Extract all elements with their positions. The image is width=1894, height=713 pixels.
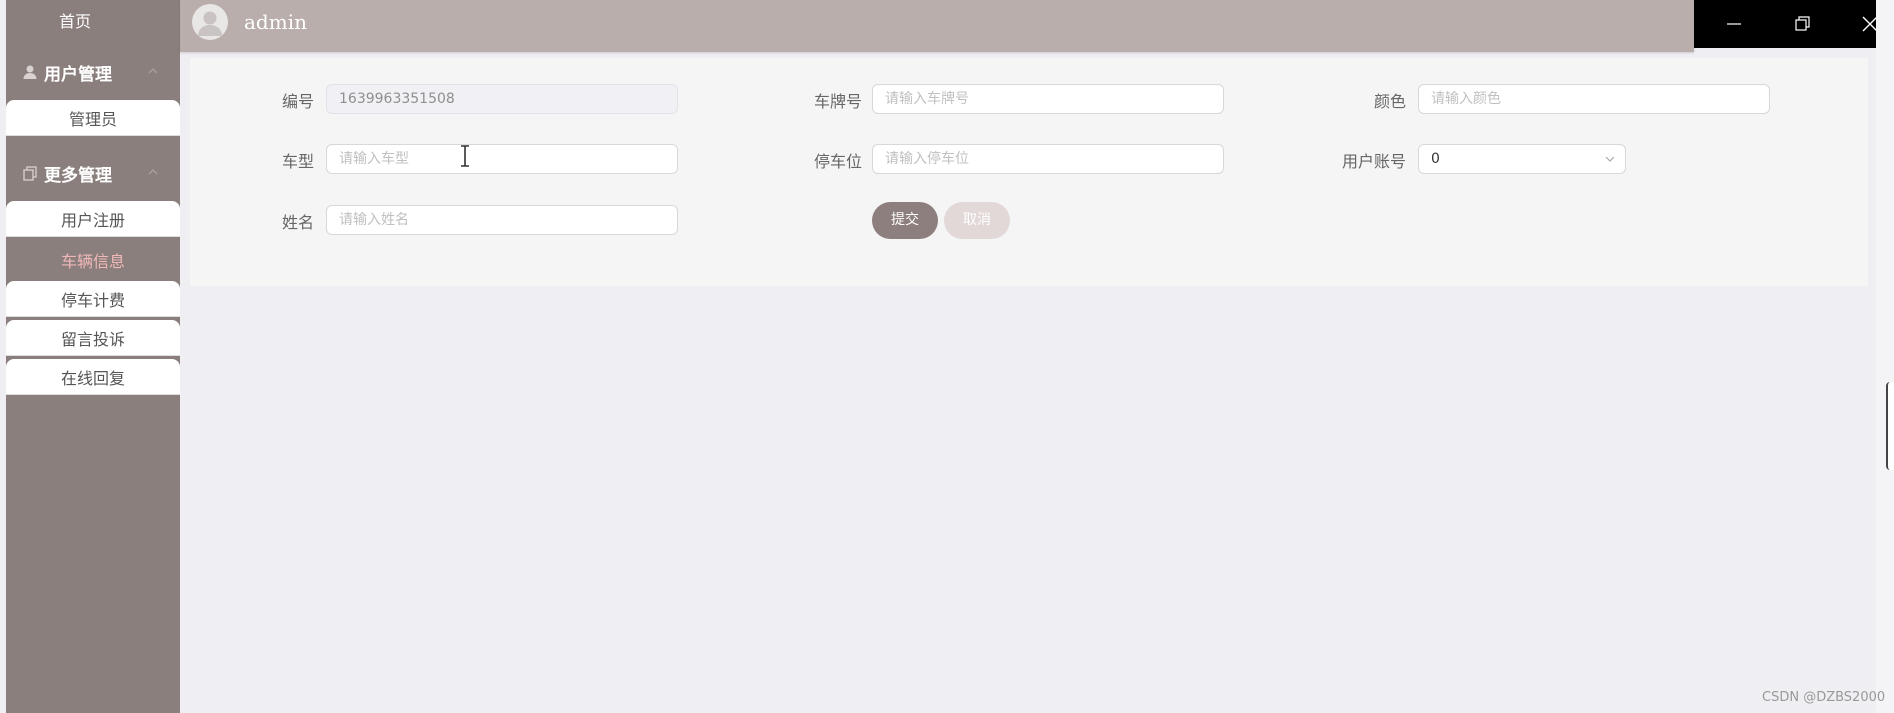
sidebar-group-more-management[interactable]: 更多管理 [6,148,180,198]
field-label-name: 姓名 [281,213,314,232]
cancel-button[interactable]: 取消 [944,202,1010,239]
watermark: CSDN @DZBS2000 [1762,690,1886,705]
id-field: 1639963351508 [326,84,678,114]
user-account-value: 0 [1431,151,1440,167]
field-label-id: 编号 [281,92,314,111]
restore-icon[interactable] [1790,12,1814,36]
right-edge-panel [1876,0,1894,713]
name-input[interactable]: 请输入姓名 [326,205,678,235]
top-header: admin [180,0,1694,52]
field-label-parking-spot: 停车位 [813,152,862,171]
minimize-icon[interactable] [1722,12,1746,36]
field-label-user-account: 用户账号 [1341,152,1406,171]
sidebar-item-admin[interactable]: 管理员 [6,100,180,136]
sidebar-group-label: 用户管理 [44,64,112,85]
sidebar-group-user-management[interactable]: 用户管理 [6,47,180,97]
username: admin [244,10,307,34]
field-label-plate: 车牌号 [813,92,862,111]
car-model-input[interactable]: 请输入车型 [326,144,678,174]
sidebar-item-online-reply[interactable]: 在线回复 [6,359,180,395]
sidebar-group-label: 更多管理 [44,165,112,186]
parking-spot-input[interactable]: 请输入停车位 [872,144,1224,174]
avatar-user-icon [198,11,222,36]
chevron-up-icon [148,169,158,175]
sidebar-item-user-register[interactable]: 用户注册 [6,201,180,237]
chevron-down-icon [1605,156,1615,162]
text-cursor-icon [461,145,469,167]
color-input[interactable]: 请输入颜色 [1418,84,1770,114]
scroll-handle[interactable] [1886,382,1894,470]
sidebar-item-parking-fee[interactable]: 停车计费 [6,281,180,317]
sidebar-item-home[interactable]: 首页 [6,0,144,44]
field-label-model: 车型 [281,152,314,171]
plate-number-input[interactable]: 请输入车牌号 [872,84,1224,114]
field-label-color: 颜色 [1373,92,1406,111]
window-controls [1694,0,1894,48]
app-window: { "sidebar": { "home": "首页", "groups": [… [0,0,1894,713]
sidebar-item-complaints[interactable]: 留言投诉 [6,320,180,356]
sidebar-item-vehicle-info[interactable]: 车辆信息 [6,242,180,278]
chevron-up-icon [148,68,158,74]
avatar[interactable] [192,4,228,40]
copy-icon [23,166,37,181]
user-account-select[interactable]: 0 [1418,144,1626,174]
sidebar: 首页 用户管理 管理员 更多管理 用户注册 车辆信息 停车计费 留言投诉 在线回… [6,0,180,713]
submit-button[interactable]: 提交 [872,202,938,239]
user-icon [23,65,37,79]
